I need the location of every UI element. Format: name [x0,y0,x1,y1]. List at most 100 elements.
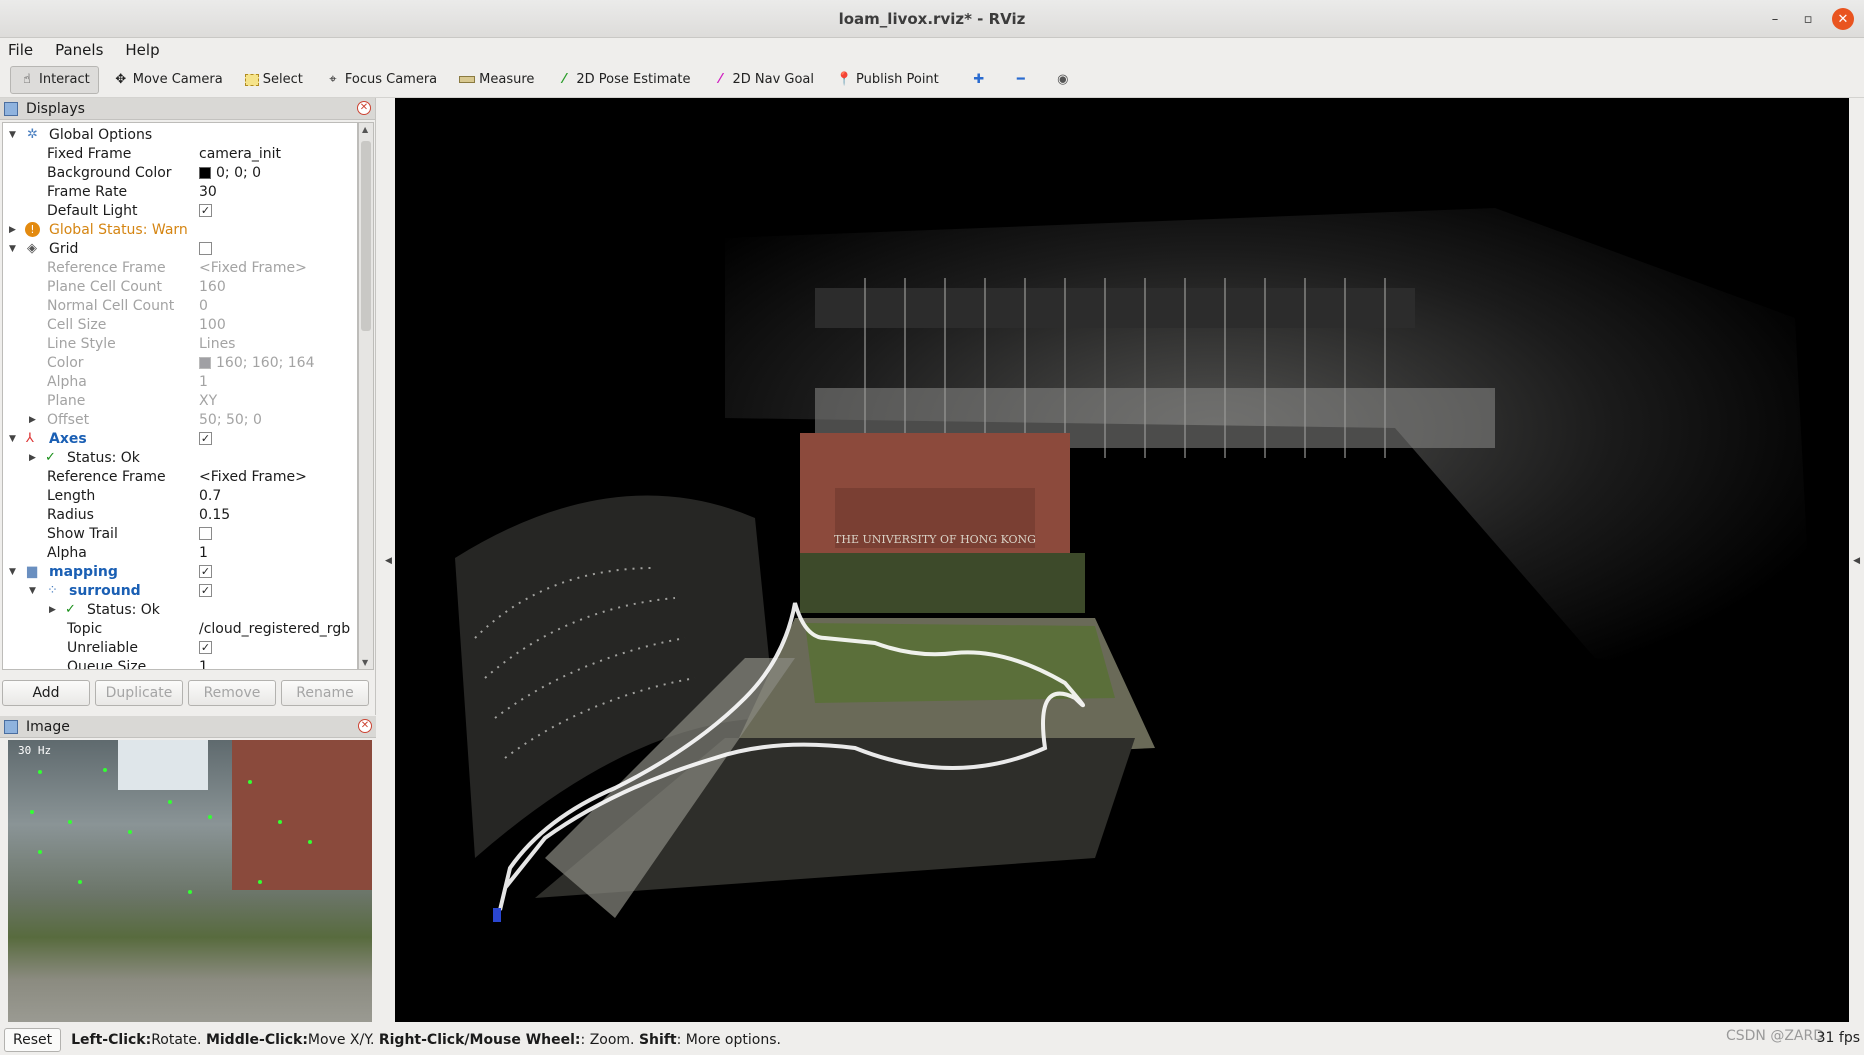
nav-goal-tool[interactable]: ⁄ 2D Nav Goal [704,66,822,94]
row-value[interactable]: XY [199,393,217,409]
add-button[interactable]: Add [2,680,90,706]
measure-tool[interactable]: Measure [451,66,542,94]
expand-arrow-icon[interactable]: ▼ [29,586,36,596]
row-value[interactable] [199,527,212,540]
tree-row-surround[interactable]: ▼ ⁘ surround ✓ [3,581,357,600]
row-value[interactable]: 0 [199,298,208,314]
tree-row-global-options[interactable]: ▼ ✲ Global Options [3,125,357,144]
row-value[interactable]: Lines [199,336,235,352]
tree-row-mapping[interactable]: ▼ ▆ mapping ✓ [3,562,357,581]
menu-file[interactable]: File [8,41,33,59]
tree-row-surround-status[interactable]: ▶ ✓ Status: Ok [3,600,357,619]
tree-row-normal-cell-count[interactable]: Normal Cell Count 0 [3,296,357,315]
tree-row-cell-size[interactable]: Cell Size 100 [3,315,357,334]
tree-row-grid-color[interactable]: Color 160; 160; 164 [3,353,357,372]
pose-estimate-tool[interactable]: ⁄ 2D Pose Estimate [548,66,698,94]
tree-row-plane[interactable]: Plane XY [3,391,357,410]
row-value[interactable]: /cloud_registered_rgb [199,621,350,637]
row-value[interactable]: ✓ [199,641,212,654]
tree-row-grid-alpha[interactable]: Alpha 1 [3,372,357,391]
collapsed-arrow-icon[interactable]: ▶ [29,415,36,425]
display-tree[interactable]: ▼ ✲ Global Options Fixed Frame camera_in… [2,122,358,670]
collapsed-arrow-icon[interactable]: ▶ [9,225,16,235]
publish-point-tool[interactable]: 📍 Publish Point [828,66,947,94]
expand-arrow-icon[interactable]: ▼ [9,567,16,577]
checkbox[interactable]: ✓ [199,565,212,578]
tree-row-grid[interactable]: ▼ ◈ Grid [3,239,357,258]
row-value[interactable]: 160; 160; 164 [199,355,315,371]
tree-row-default-light[interactable]: Default Light ✓ [3,201,357,220]
collapsed-arrow-icon[interactable]: ▶ [29,453,36,463]
checkbox[interactable]: ✓ [199,641,212,654]
tree-row-unreliable[interactable]: Unreliable ✓ [3,638,357,657]
tree-row-axes-status[interactable]: ▶ ✓ Status: Ok [3,448,357,467]
row-value[interactable]: 50; 50; 0 [199,412,262,428]
tree-row-plane-cell-count[interactable]: Plane Cell Count 160 [3,277,357,296]
row-value[interactable]: ✓ [199,204,212,217]
focus-camera-tool[interactable]: ⌖ Focus Camera [317,66,445,94]
tree-row-background-color[interactable]: Background Color 0; 0; 0 [3,163,357,182]
tree-row-grid-reference-frame[interactable]: Reference Frame <Fixed Frame> [3,258,357,277]
duplicate-button[interactable]: Duplicate [95,680,183,706]
row-value[interactable]: 1 [199,374,208,390]
row-value[interactable]: 160 [199,279,226,295]
close-window-button[interactable]: ✕ [1832,8,1854,30]
tree-row-axes-alpha[interactable]: Alpha 1 [3,543,357,562]
tree-row-topic[interactable]: Topic /cloud_registered_rgb [3,619,357,638]
expand-arrow-icon[interactable]: ▼ [9,244,16,254]
remove-tool-button[interactable]: ━ [1005,66,1041,94]
collapse-left-icon[interactable]: ◀ [385,556,392,566]
render-viewport[interactable]: THE UNIVERSITY OF HONG KONG [395,98,1849,1022]
tree-row-queue-size[interactable]: Queue Size 1 [3,657,357,670]
tree-row-radius[interactable]: Radius 0.15 [3,505,357,524]
select-tool[interactable]: Select [237,66,311,94]
expand-arrow-icon[interactable]: ▼ [9,434,16,444]
row-value[interactable]: 0; 0; 0 [199,165,261,181]
row-value[interactable]: <Fixed Frame> [199,469,307,485]
row-value[interactable]: 100 [199,317,226,333]
view-options-button[interactable]: ◉ [1047,66,1083,94]
row-value[interactable]: 0.15 [199,507,230,523]
tree-row-line-style[interactable]: Line Style Lines [3,334,357,353]
tree-row-frame-rate[interactable]: Frame Rate 30 [3,182,357,201]
maximize-button[interactable]: ▫ [1797,8,1819,30]
row-value[interactable]: 0.7 [199,488,221,504]
row-value[interactable]: ✓ [199,584,212,597]
close-panel-icon[interactable]: ✕ [358,719,372,733]
remove-button[interactable]: Remove [188,680,276,706]
interact-tool[interactable]: ☝ Interact [10,65,99,94]
checkbox[interactable]: ✓ [199,432,212,445]
tree-row-offset[interactable]: ▶ Offset 50; 50; 0 [3,410,357,429]
scrollbar-thumb[interactable] [361,141,371,331]
row-value[interactable] [199,242,212,255]
scroll-down-icon[interactable]: ▼ [362,658,368,667]
collapse-right-icon[interactable]: ◀ [1853,556,1860,566]
tree-row-fixed-frame[interactable]: Fixed Frame camera_init [3,144,357,163]
rename-button[interactable]: Rename [281,680,369,706]
row-value[interactable]: ✓ [199,565,212,578]
checkbox[interactable] [199,527,212,540]
row-value[interactable]: ✓ [199,432,212,445]
reset-button[interactable]: Reset [4,1028,62,1052]
checkbox[interactable] [199,242,212,255]
checkbox[interactable]: ✓ [199,204,212,217]
add-tool-button[interactable]: ✚ [963,66,999,94]
tree-row-show-trail[interactable]: Show Trail [3,524,357,543]
row-value[interactable]: 30 [199,184,217,200]
menu-panels[interactable]: Panels [55,41,103,59]
row-value[interactable]: <Fixed Frame> [199,260,307,276]
checkbox[interactable]: ✓ [199,584,212,597]
move-camera-tool[interactable]: ✥ Move Camera [105,66,231,94]
tree-row-global-status[interactable]: ▶ ! Global Status: Warn [3,220,357,239]
menu-help[interactable]: Help [125,41,159,59]
tree-row-length[interactable]: Length 0.7 [3,486,357,505]
row-value[interactable]: 1 [199,545,208,561]
row-value[interactable]: 1 [199,659,208,670]
tree-scrollbar[interactable]: ▲ ▼ [358,122,374,670]
minimize-button[interactable]: – [1764,8,1786,30]
tree-row-axes-reference-frame[interactable]: Reference Frame <Fixed Frame> [3,467,357,486]
row-value[interactable]: camera_init [199,146,281,162]
expand-arrow-icon[interactable]: ▼ [9,130,16,140]
collapsed-arrow-icon[interactable]: ▶ [49,605,56,615]
tree-row-axes[interactable]: ▼ ⅄ Axes ✓ [3,429,357,448]
